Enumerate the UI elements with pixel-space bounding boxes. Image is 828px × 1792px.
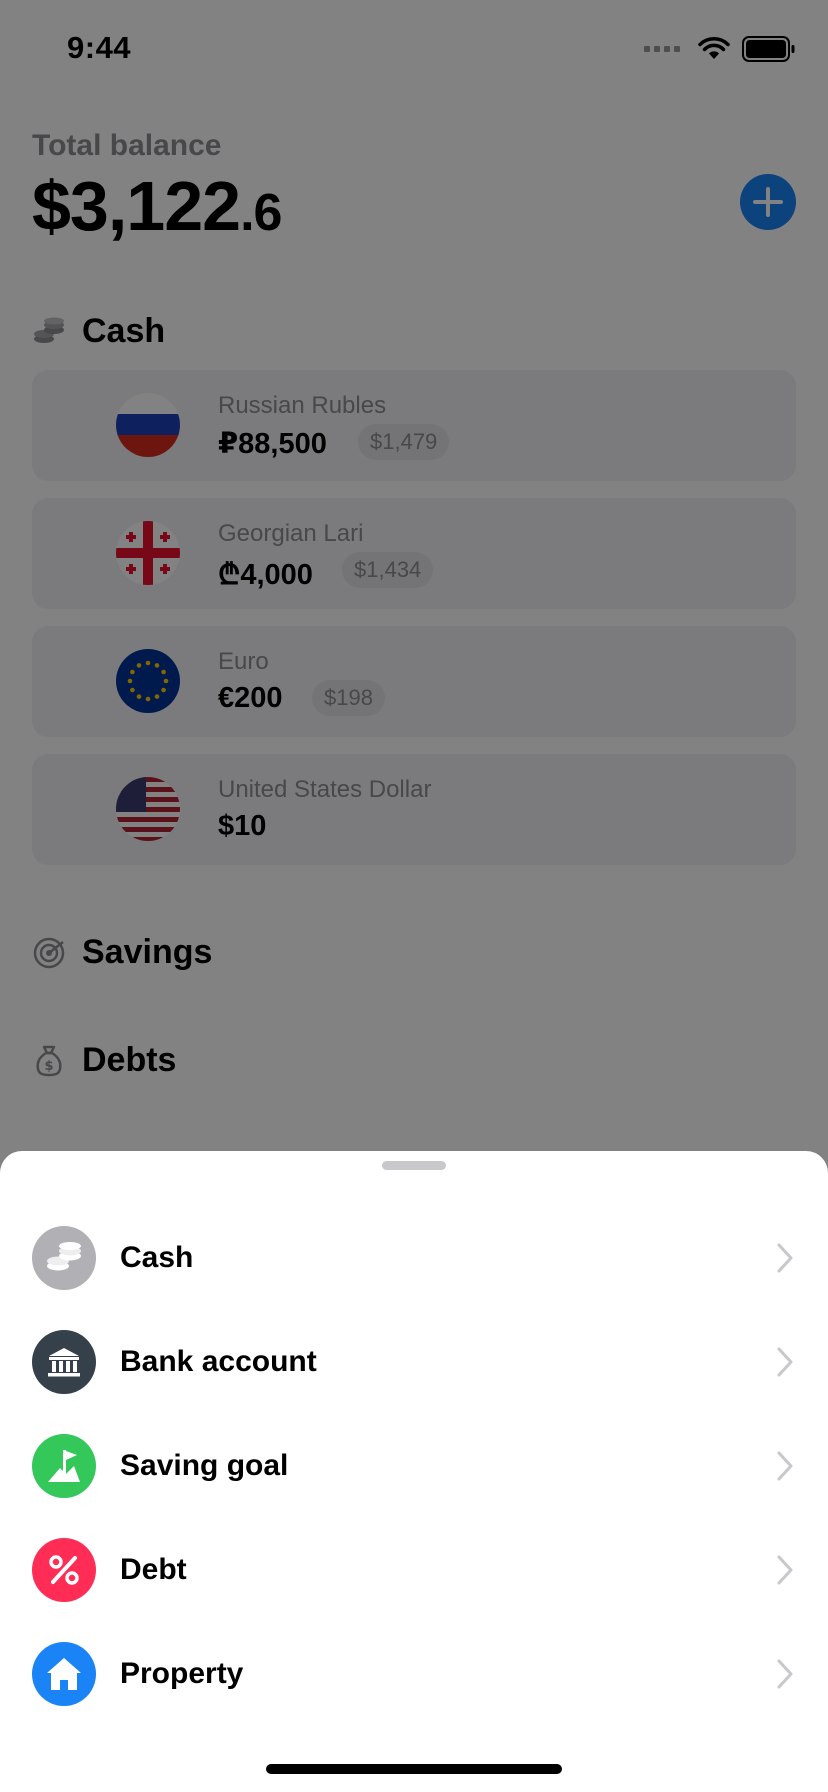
option-saving-goal[interactable]: Saving goal (0, 1414, 828, 1518)
sheet-grabber[interactable] (382, 1161, 446, 1170)
add-account-sheet: Cash Bank account Saving goal Debt Prope… (0, 1151, 828, 1792)
option-label: Cash (120, 1241, 194, 1274)
option-cash[interactable]: Cash (0, 1206, 828, 1310)
option-bank-account[interactable]: Bank account (0, 1310, 828, 1414)
option-label: Saving goal (120, 1449, 289, 1482)
option-debt[interactable]: Debt (0, 1518, 828, 1622)
house-icon (32, 1642, 96, 1706)
chevron-right-icon (774, 1241, 796, 1275)
option-label: Bank account (120, 1345, 317, 1378)
home-indicator[interactable] (266, 1764, 562, 1774)
option-property[interactable]: Property (0, 1622, 828, 1726)
chevron-right-icon (774, 1553, 796, 1587)
chevron-right-icon (774, 1657, 796, 1691)
flag-goal-icon (32, 1434, 96, 1498)
chevron-right-icon (774, 1345, 796, 1379)
chevron-right-icon (774, 1449, 796, 1483)
option-label: Debt (120, 1553, 187, 1586)
option-label: Property (120, 1657, 244, 1690)
percent-icon (32, 1538, 96, 1602)
bank-icon (32, 1330, 96, 1394)
coins-icon (32, 1226, 96, 1290)
